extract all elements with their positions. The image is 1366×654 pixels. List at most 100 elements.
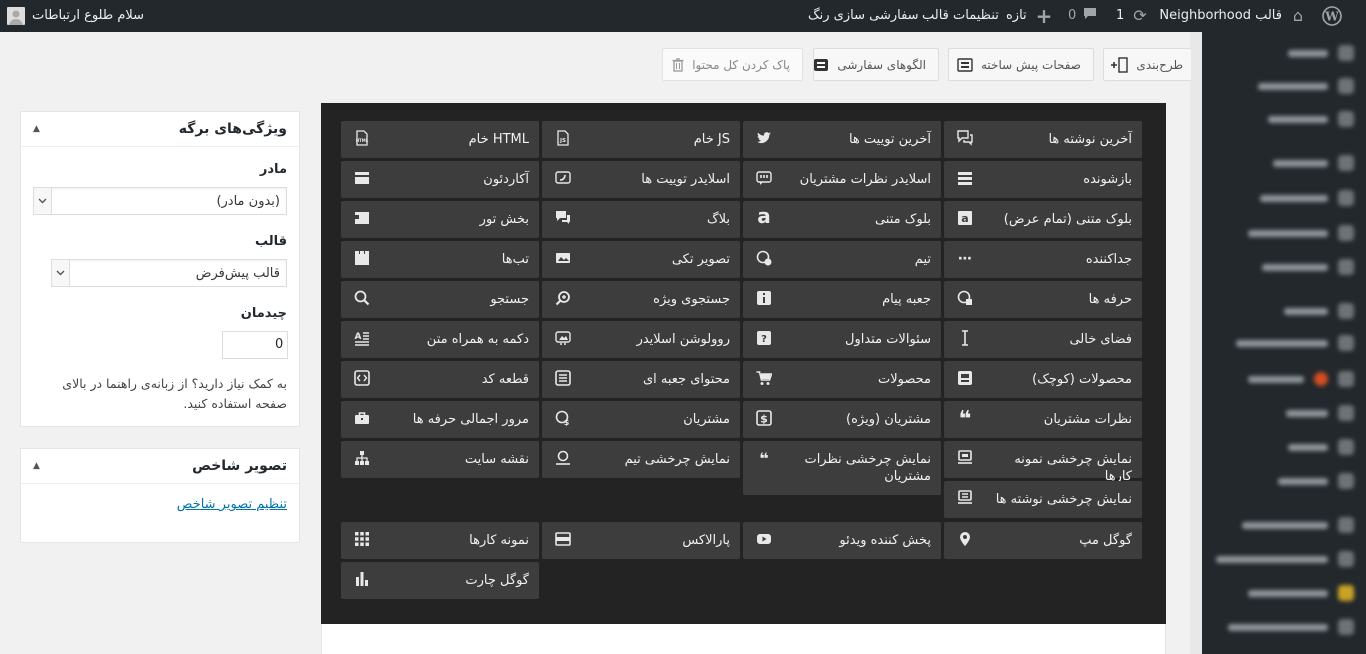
tabs-icon: [353, 250, 371, 268]
sidebar-item[interactable]: [1236, 334, 1354, 352]
clear-all-label: پاک کردن کل محتوا: [692, 57, 790, 72]
element-blog[interactable]: بلاگ: [542, 201, 740, 238]
plus-icon[interactable]: +: [1034, 6, 1054, 26]
element-customers[interactable]: مشتریان $: [542, 401, 740, 438]
element-text-block[interactable]: بلوک متنی a: [743, 201, 941, 238]
sidebar-item[interactable]: [1286, 404, 1354, 422]
professions-icon: [956, 290, 974, 308]
wordpress-logo-icon[interactable]: W: [1322, 6, 1342, 26]
blog-icon: [554, 210, 572, 228]
sidebar-item[interactable]: [1284, 302, 1354, 320]
clear-all-button[interactable]: پاک کردن کل محتوا: [662, 48, 803, 81]
dollar-box-icon: $: [755, 410, 773, 428]
featured-image-header[interactable]: تصویر شاخص ▲: [21, 449, 299, 484]
theme-name-link[interactable]: قالب Neighborhood: [1159, 0, 1282, 32]
element-portfolio[interactable]: نمونه کارها: [341, 522, 539, 559]
element-special-search[interactable]: جستجوی ویژه: [542, 281, 740, 318]
element-professions[interactable]: حرفه ها: [944, 281, 1142, 318]
sidebar-item[interactable]: [1242, 516, 1354, 534]
comments-icon[interactable]: [1080, 6, 1100, 26]
sidebar-item[interactable]: [1288, 438, 1354, 456]
element-products-small[interactable]: محصولات (کوچک): [944, 361, 1142, 398]
sidebar-gap: [1190, 32, 1202, 654]
element-team[interactable]: تیم: [743, 241, 941, 278]
customize-colors-link[interactable]: سفارشی سازی رنگ: [808, 0, 919, 32]
element-code-snippet[interactable]: قطعه کد: [341, 361, 539, 398]
element-recent-posts[interactable]: آخرین نوشته ها: [944, 121, 1142, 158]
sidebar-item[interactable]: [1273, 154, 1354, 172]
sidebar-item[interactable]: [1288, 44, 1354, 62]
element-message-box[interactable]: جعبه پیام: [743, 281, 941, 318]
element-professions-overview[interactable]: مرور اجمالی حرفه ها: [341, 401, 539, 438]
element-faq[interactable]: سئوالات متداول?: [743, 321, 941, 358]
element-testimonials[interactable]: نظرات مشتریان ❝: [944, 401, 1142, 438]
collapse-triangle-icon[interactable]: ▲: [33, 124, 40, 134]
element-tabs[interactable]: تب‌ها: [341, 241, 539, 278]
order-input[interactable]: 0: [222, 331, 288, 359]
svg-text:W: W: [1324, 10, 1339, 24]
element-text-block-full[interactable]: بلوک متنی (تمام عرض) a: [944, 201, 1142, 238]
element-sitemap[interactable]: نقشه سایت: [341, 441, 539, 478]
element-box-content[interactable]: محتوای جعبه ای: [542, 361, 740, 398]
element-separator[interactable]: جداکننده ⋯: [944, 241, 1142, 278]
parent-select[interactable]: (بدون مادر): [33, 187, 287, 215]
element-video-player[interactable]: پخش کننده ویدئو: [743, 522, 941, 559]
featured-image-box: تصویر شاخص ▲ تنظیم تصویر شاخص: [20, 448, 300, 543]
element-testimonial-carousel[interactable]: نمایش چرخشی نظرات مشتریان ❝: [743, 441, 941, 495]
element-google-map[interactable]: گوگل مپ: [944, 522, 1142, 559]
element-customers-special[interactable]: مشتریان (ویژه) $: [743, 401, 941, 438]
new-content-link[interactable]: تازه: [1006, 0, 1027, 32]
page-attributes-box: ویژگی‌های برگه ▲ مادر (بدون مادر) قالب ق…: [20, 111, 300, 427]
element-accordion[interactable]: آکاردئون: [341, 161, 539, 198]
template-select[interactable]: قالب پیش‌فرض: [51, 259, 287, 287]
code-icon: [353, 370, 371, 388]
theme-settings-link[interactable]: تنظیمات قالب: [922, 0, 999, 32]
element-posts-carousel[interactable]: نمایش چرخشی نوشته ها: [944, 481, 1142, 518]
sidebar-item[interactable]: [1278, 472, 1354, 490]
prebuilt-pages-button[interactable]: صفحات پیش ساخته: [948, 48, 1094, 81]
layout-button[interactable]: طرح‌بندی: [1103, 48, 1191, 81]
slider-icon: [554, 330, 572, 348]
element-recent-tweets[interactable]: آخرین توییت ها: [743, 121, 941, 158]
custom-patterns-button[interactable]: الگوهای سفارشی: [813, 48, 939, 81]
sidebar-item[interactable]: [1248, 370, 1354, 388]
updates-count[interactable]: 1: [1116, 0, 1124, 32]
sidebar-item[interactable]: [1216, 550, 1354, 568]
element-raw-html[interactable]: HTML خام HTML: [341, 121, 539, 158]
elements-panel: آخرین نوشته ها آخرین توییت ها JS خام JS H…: [321, 103, 1166, 624]
layout-label: طرح‌بندی: [1136, 57, 1183, 72]
sidebar-item[interactable]: [1248, 584, 1354, 602]
element-google-chart[interactable]: گوگل چارت: [341, 562, 539, 599]
element-tweet-slider[interactable]: اسلایدر توییت ها: [542, 161, 740, 198]
comments-count[interactable]: 0: [1068, 0, 1076, 32]
element-team-carousel[interactable]: نمایش چرخشی تیم: [542, 441, 740, 478]
sidebar-item[interactable]: [1248, 224, 1354, 242]
element-tour-section[interactable]: بخش تور: [341, 201, 539, 238]
sidebar-item[interactable]: [1260, 189, 1354, 207]
element-portfolio-carousel[interactable]: نمایش چرخشی نمونه کارها: [944, 441, 1142, 484]
home-icon[interactable]: ⌂: [1288, 6, 1308, 26]
updates-icon[interactable]: ⟳: [1130, 6, 1150, 26]
element-empty-space[interactable]: فضای خالی: [944, 321, 1142, 358]
element-search[interactable]: جستجو: [341, 281, 539, 318]
element-text-button[interactable]: دکمه به همراه متن A: [341, 321, 539, 358]
element-single-image[interactable]: تصویر تکی: [542, 241, 740, 278]
collapse-triangle-icon[interactable]: ▲: [33, 461, 40, 471]
sidebar-item[interactable]: [1258, 77, 1354, 95]
sidebar-item[interactable]: [1228, 618, 1354, 636]
element-parallax[interactable]: پارالاکس: [542, 522, 740, 559]
page-attributes-header[interactable]: ویژگی‌های برگه ▲: [21, 112, 299, 147]
sidebar-item[interactable]: [1268, 110, 1354, 128]
element-testimonial-slider[interactable]: اسلایدر نظرات مشتریان: [743, 161, 941, 198]
element-raw-js[interactable]: JS خام JS: [542, 121, 740, 158]
user-greeting[interactable]: سلام طلوع ارتباطات: [32, 0, 144, 32]
svg-text:A: A: [355, 332, 362, 342]
element-products[interactable]: محصولات: [743, 361, 941, 398]
avatar[interactable]: [7, 7, 25, 25]
parent-label: مادر: [259, 162, 287, 177]
element-revolution-slider[interactable]: روولوشن اسلایدر: [542, 321, 740, 358]
parallax-icon: [554, 531, 572, 549]
sidebar-item[interactable]: [1262, 258, 1354, 276]
set-featured-image-link[interactable]: تنظیم تصویر شاخص: [177, 497, 287, 512]
element-toggle[interactable]: بازشونده: [944, 161, 1142, 198]
